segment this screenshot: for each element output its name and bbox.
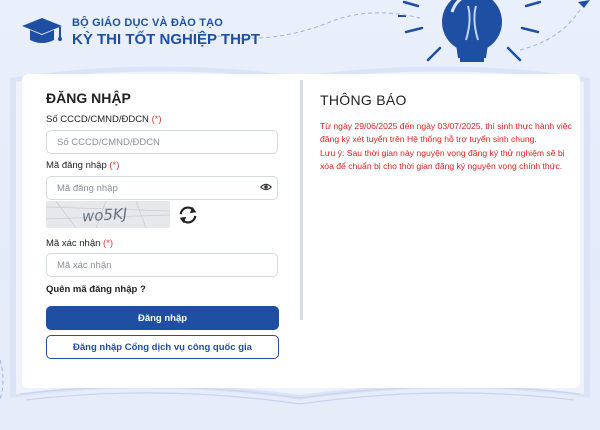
graduation-cap-icon (22, 18, 62, 43)
notice-paragraph: Lưu ý: Sau thời gian này nguyện vọng đăn… (320, 147, 565, 172)
notice-title: THÔNG BÁO (320, 92, 407, 108)
login-title: ĐĂNG NHẬP (46, 90, 131, 106)
national-portal-login-button[interactable]: Đăng nhập Cổng dịch vụ công quốc gia (46, 335, 279, 359)
captcha-text: wo5KJ (81, 205, 127, 226)
required-mark: (*) (103, 238, 114, 249)
book-divider (300, 80, 303, 320)
lightbulb-icon (398, 0, 542, 62)
notice-paragraph: Từ ngày 29/06/2025 đến ngày 03/07/2025, … (320, 121, 572, 145)
login-button[interactable]: Đăng nhập (46, 306, 279, 330)
forgot-code-link[interactable]: Quên mã đăng nhập ? (46, 284, 146, 295)
captcha-image: wo5KJ (46, 201, 170, 228)
id-number-input[interactable] (46, 130, 278, 154)
organization-name: BỘ GIÁO DỤC VÀ ĐÀO TẠO (72, 16, 224, 29)
required-mark: (*) (151, 114, 162, 125)
captcha-label: Mã xác nhận (*) (46, 238, 114, 249)
site-header: BỘ GIÁO DỤC VÀ ĐÀO TẠO KỲ THI TỐT NGHIỆP… (20, 14, 260, 50)
exam-title: KỲ THI TỐT NGHIỆP THPT (72, 30, 261, 48)
captcha-input[interactable] (46, 253, 278, 277)
login-code-label: Mã đăng nhập (*) (46, 160, 120, 171)
notice-body: Từ ngày 29/06/2025 đến ngày 03/07/2025, … (320, 120, 578, 174)
required-mark: (*) (109, 160, 120, 171)
login-code-input[interactable] (46, 176, 278, 200)
id-number-label: Số CCCD/CMND/ĐDCN (*) (46, 114, 162, 125)
eye-icon[interactable] (260, 181, 272, 193)
refresh-icon[interactable] (177, 205, 199, 225)
